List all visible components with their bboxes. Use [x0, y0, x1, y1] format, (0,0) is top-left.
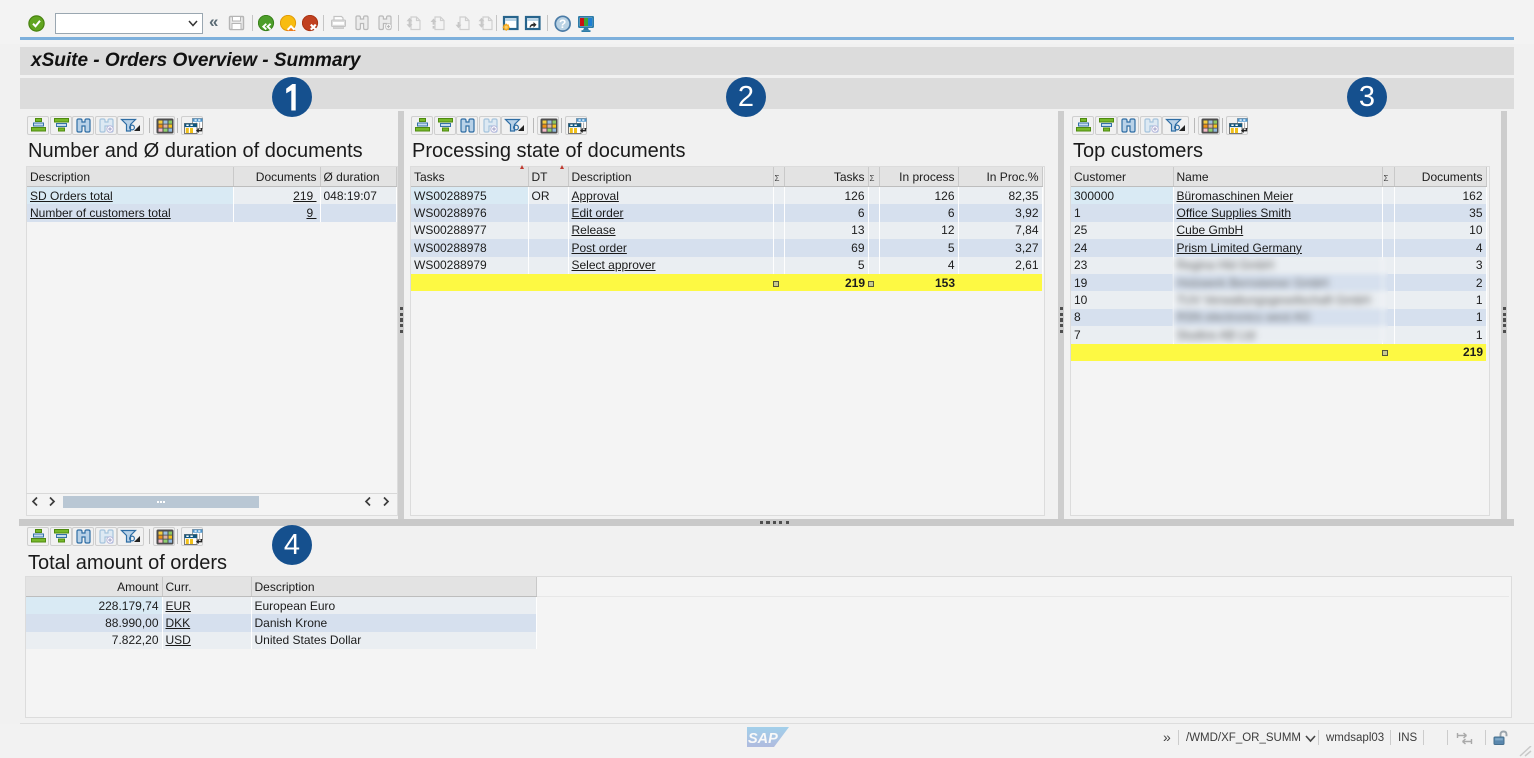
svg-text:SAP: SAP — [748, 731, 778, 747]
svg-text:?: ? — [559, 17, 566, 31]
